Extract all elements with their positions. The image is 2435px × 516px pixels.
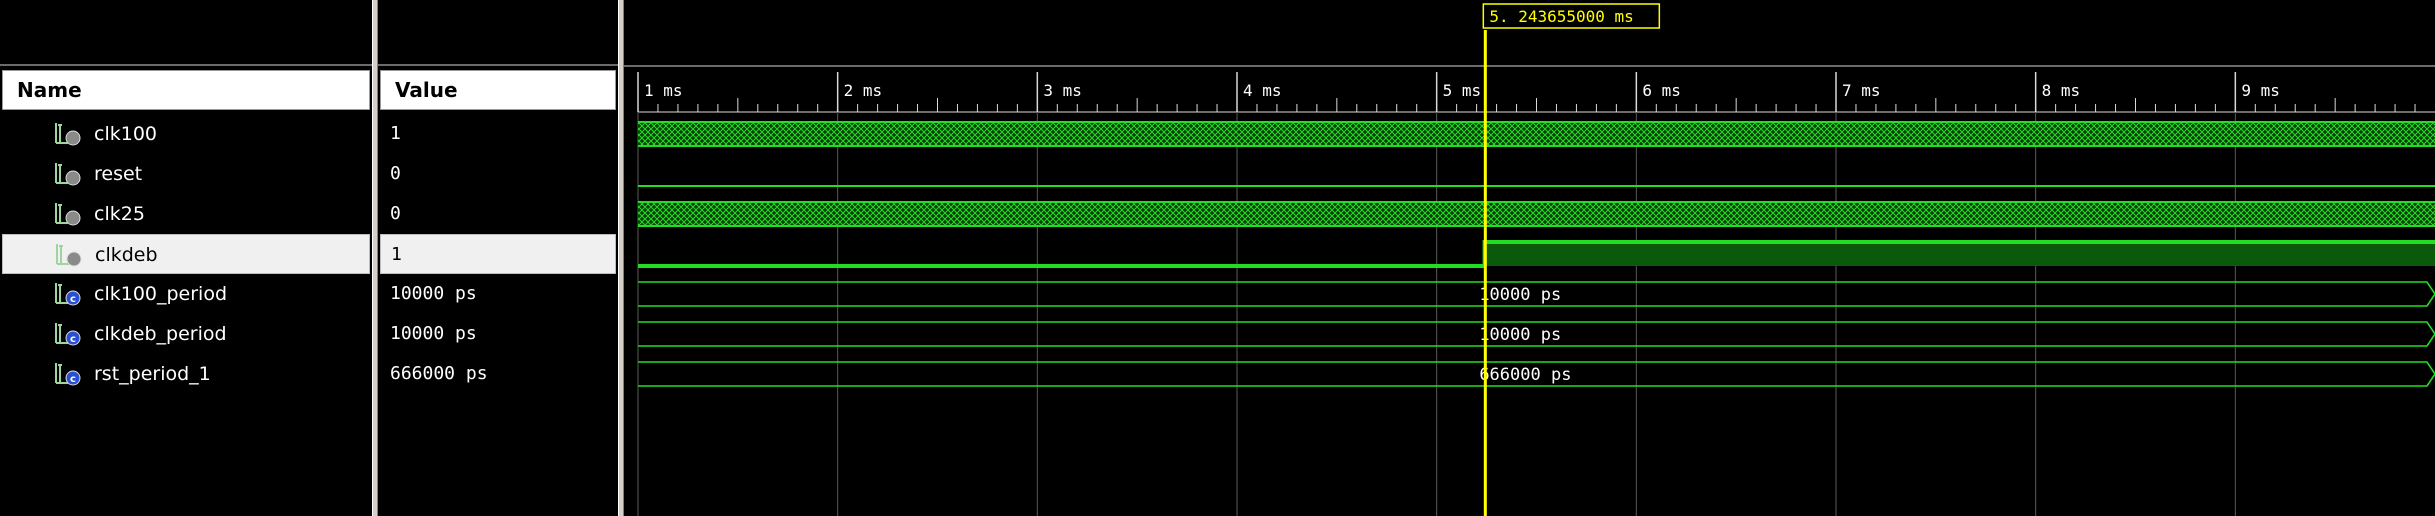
value-pane-top — [378, 0, 618, 66]
ruler-tick-label: 5 ms — [1443, 81, 1482, 100]
ruler-tick-label: 3 ms — [1043, 81, 1082, 100]
signal-row-clkdeb_period[interactable]: c clkdeb_period — [2, 314, 370, 354]
ruler-tick-label: 8 ms — [2042, 81, 2081, 100]
signal-value-clkdeb_period[interactable]: 10000 ps — [380, 314, 616, 354]
bus-value-label: 10000 ps — [1479, 325, 1561, 345]
bus-value-label: 666000 ps — [1479, 365, 1571, 385]
waveform-pane[interactable]: 1 ms 2 ms 3 ms 4 ms 5 ms 6 ms 7 ms 8 ms 9 ms 1000… — [624, 0, 2435, 516]
svg-text:c: c — [70, 374, 76, 385]
constant-signal-icon: c — [54, 361, 82, 387]
svg-text:c: c — [70, 294, 76, 305]
trace-clk25 — [638, 202, 2435, 226]
signal-name: clkdeb — [95, 244, 158, 266]
ruler-tick-label: 1 ms — [644, 81, 683, 100]
signal-row-rst_period_1[interactable]: c rst_period_1 — [2, 354, 370, 394]
signal-value-clkdeb[interactable]: 1 — [380, 234, 616, 274]
value-column-header[interactable]: Value — [380, 70, 616, 110]
trace-clk100 — [638, 122, 2435, 146]
ruler-tick-label: 2 ms — [844, 81, 883, 100]
signal-row-clk100[interactable]: clk100 — [2, 114, 370, 154]
bus-value-label: 10000 ps — [1479, 285, 1561, 305]
name-pane-top — [0, 0, 372, 66]
ruler-tick-label: 4 ms — [1243, 81, 1282, 100]
signal-value-reset[interactable]: 0 — [380, 154, 616, 194]
bit-signal-icon — [54, 161, 82, 187]
signal-value-clk25[interactable]: 0 — [380, 194, 616, 234]
bit-signal-icon — [55, 242, 83, 268]
svg-text:c: c — [70, 334, 76, 345]
signal-name: reset — [94, 163, 143, 185]
signal-value-rst_period_1[interactable]: 666000 ps — [380, 354, 616, 394]
ruler-tick-label: 7 ms — [1842, 81, 1881, 100]
signal-value-clk100_period[interactable]: 10000 ps — [380, 274, 616, 314]
signal-name: clk100_period — [94, 283, 228, 305]
cursor-readout: 5. 243655000 ms — [1489, 7, 1634, 26]
signal-row-clk25[interactable]: clk25 — [2, 194, 370, 234]
signal-name: clk25 — [94, 203, 145, 225]
signal-name: clk100 — [94, 123, 157, 145]
name-pane: Name clk100 reset clk25 clkdeb c clk100_… — [0, 0, 372, 516]
signal-name: clkdeb_period — [94, 323, 227, 345]
constant-signal-icon: c — [54, 321, 82, 347]
value-pane: Value 1 0 0 1 10000 ps 10000 ps 666000 ps — [378, 0, 618, 516]
ruler-tick-label: 6 ms — [1642, 81, 1681, 100]
signal-row-reset[interactable]: reset — [2, 154, 370, 194]
signal-name: rst_period_1 — [94, 363, 211, 385]
waveform-canvas[interactable]: 1 ms 2 ms 3 ms 4 ms 5 ms 6 ms 7 ms 8 ms 9 ms 1000… — [624, 0, 2435, 516]
bit-signal-icon — [54, 121, 82, 147]
constant-signal-icon: c — [54, 281, 82, 307]
bit-signal-icon — [54, 201, 82, 227]
trace-high-fill — [1484, 244, 2435, 266]
signal-value-clk100[interactable]: 1 — [380, 114, 616, 154]
ruler-tick-label: 9 ms — [2241, 81, 2280, 100]
name-column-header[interactable]: Name — [2, 70, 370, 110]
signal-row-clkdeb[interactable]: clkdeb — [2, 234, 370, 274]
signal-row-clk100_period[interactable]: c clk100_period — [2, 274, 370, 314]
